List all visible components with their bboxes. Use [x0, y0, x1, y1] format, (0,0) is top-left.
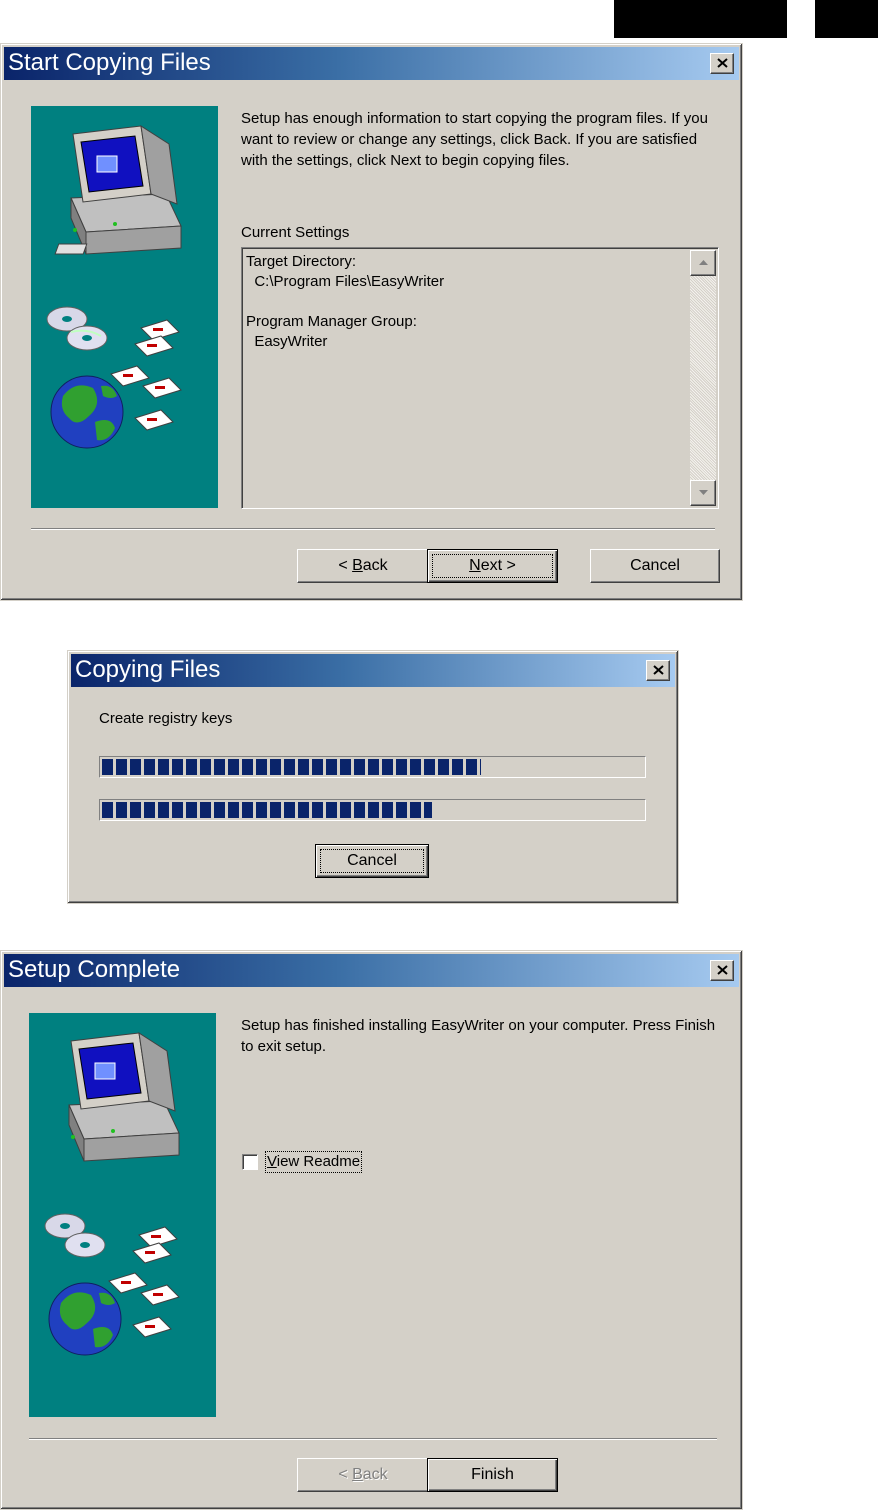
separator [31, 528, 715, 530]
copying-files-dialog: Copying Files Create registry keys Cance… [67, 650, 679, 904]
overall-progress-bar [99, 756, 646, 778]
dialog-title: Setup Complete [8, 956, 181, 983]
title-bar: Copying Files [71, 654, 675, 687]
header-block-right [815, 0, 878, 38]
finish-button-label: Finish [471, 1466, 514, 1483]
close-button[interactable] [646, 660, 670, 681]
close-icon [717, 965, 728, 975]
current-settings-listbox[interactable]: Target Directory: C:\Program Files\EasyW… [241, 247, 719, 509]
cd-icon [46, 306, 108, 351]
setup-artwork-panel [29, 1013, 216, 1417]
setup-artwork-panel [31, 106, 218, 508]
cancel-button-label: Cancel [347, 852, 397, 869]
file-progress-bar [99, 799, 646, 821]
current-settings-label: Current Settings [241, 224, 350, 241]
cancel-button[interactable]: Cancel [590, 549, 720, 583]
computer-icon [68, 1031, 180, 1162]
intro-text: Setup has enough information to start co… [241, 110, 708, 169]
next-button[interactable]: Next > [427, 549, 558, 583]
view-readme-label-key: V [267, 1153, 277, 1170]
scroll-up-arrow-icon [699, 260, 708, 265]
cd-icon [44, 1213, 106, 1258]
separator [29, 1438, 717, 1440]
close-button[interactable] [710, 53, 734, 74]
cancel-button-label: Cancel [630, 557, 680, 574]
dialog-title: Copying Files [75, 656, 221, 683]
completion-message: Setup has finished installing EasyWriter… [241, 1017, 716, 1055]
globe-icon [48, 1282, 122, 1356]
next-button-label: Next > [469, 557, 516, 574]
dialog-title: Start Copying Files [8, 49, 211, 76]
scroll-down-arrow-icon [699, 490, 708, 495]
setup-complete-dialog: Setup Complete Setup has finished instal… [0, 950, 743, 1510]
back-button-label: < Back [338, 557, 388, 574]
view-readme-checkbox[interactable] [242, 1154, 258, 1170]
finish-button[interactable]: Finish [427, 1458, 558, 1492]
title-bar: Start Copying Files [4, 47, 739, 80]
title-bar: Setup Complete [4, 954, 739, 987]
file-progress-fill [102, 802, 432, 818]
status-text: Create registry keys [99, 710, 233, 727]
start-copying-dialog: Start Copying Files Setup has enough inf… [0, 43, 743, 601]
back-button-label: < Back [338, 1466, 388, 1483]
cancel-button[interactable]: Cancel [315, 844, 429, 878]
close-icon [717, 58, 728, 68]
globe-icon [50, 375, 124, 449]
close-button[interactable] [710, 960, 734, 981]
view-readme-label[interactable]: View Readme [265, 1151, 363, 1173]
view-readme-label-rest: iew Readme [276, 1153, 361, 1170]
scroll-up-button[interactable] [690, 250, 716, 276]
back-button[interactable]: < Back [297, 549, 429, 583]
header-block-left [614, 0, 787, 38]
back-button[interactable]: < Back [297, 1458, 429, 1492]
overall-progress-fill [102, 759, 481, 775]
vertical-scrollbar[interactable] [690, 250, 716, 506]
computer-icon [54, 124, 182, 255]
settings-text: Target Directory: C:\Program Files\EasyW… [246, 253, 445, 350]
close-icon [653, 665, 664, 675]
scroll-down-button[interactable] [690, 480, 716, 506]
